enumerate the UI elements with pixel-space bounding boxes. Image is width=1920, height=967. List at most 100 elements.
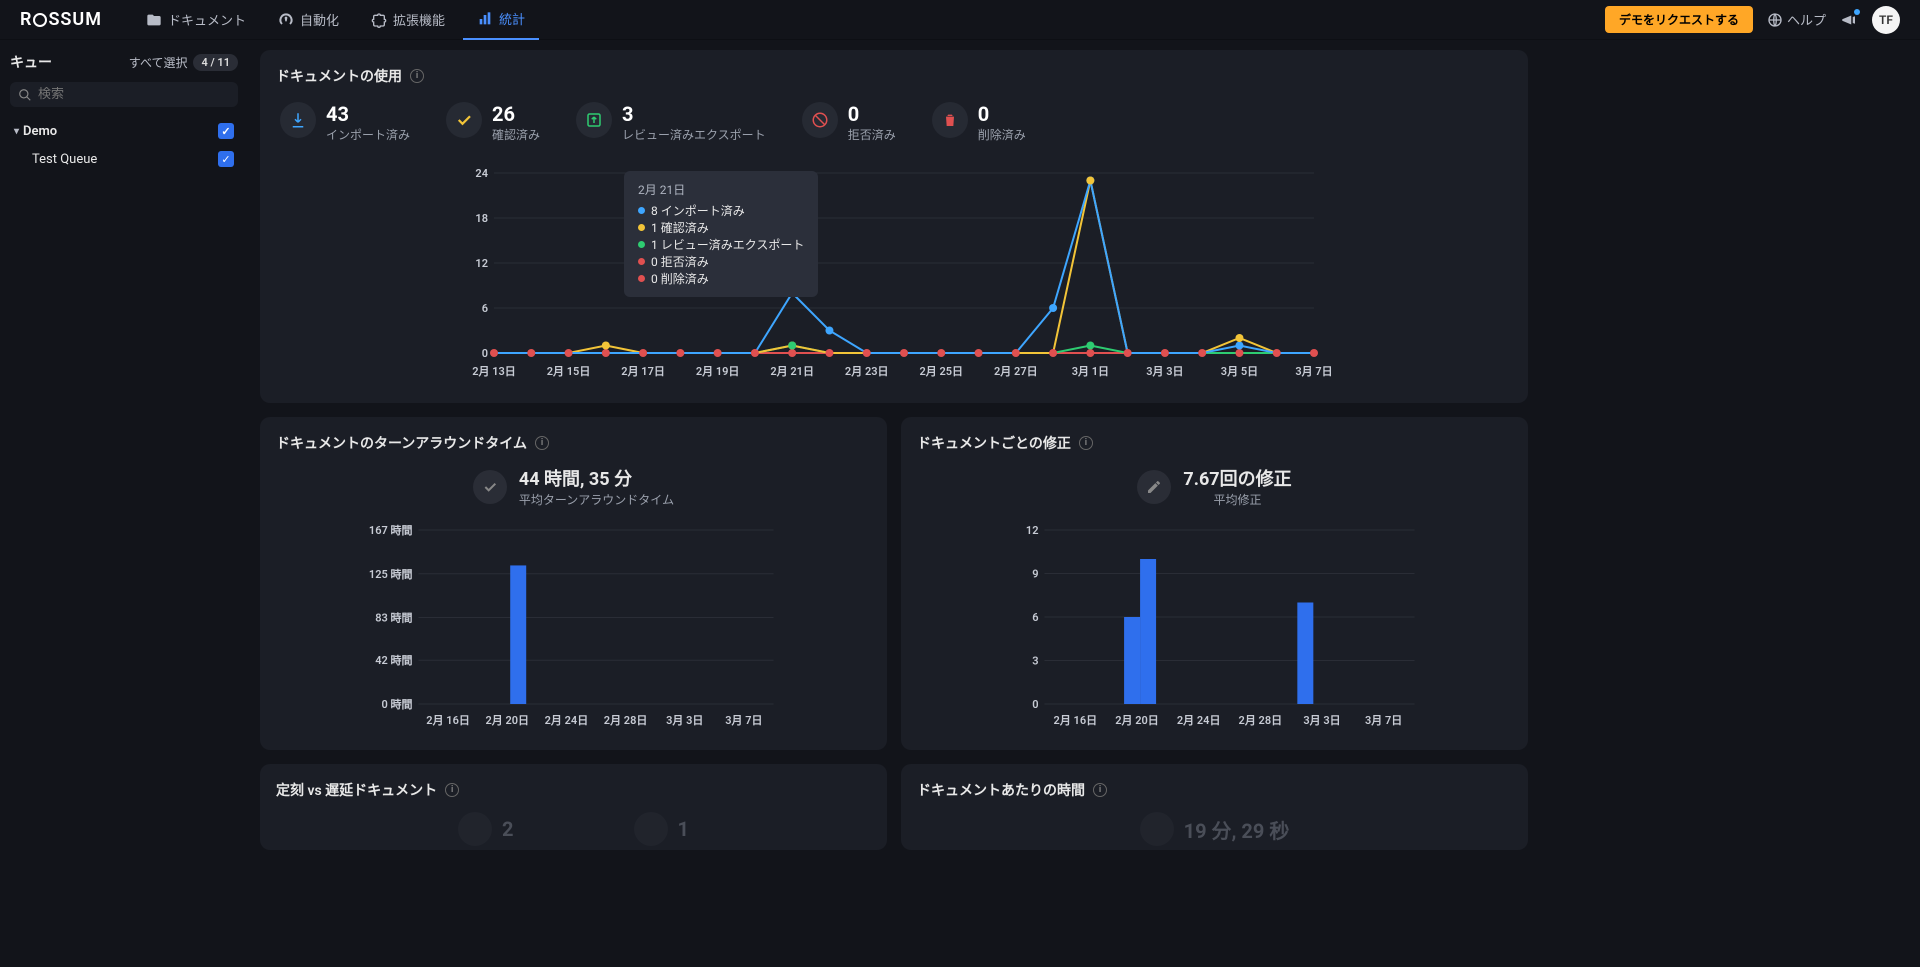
checkbox-checked[interactable]: ✓ — [218, 123, 234, 139]
turnaround-card: ドキュメントのターンアラウンドタイム i 44 時間, 35 分 平均ターンアラ… — [260, 417, 887, 750]
nav-documents[interactable]: ドキュメント — [132, 0, 260, 40]
sidebar-item-test-queue[interactable]: Test Queue ✓ — [10, 145, 238, 173]
check-icon — [446, 102, 482, 138]
svg-text:0: 0 — [1032, 698, 1038, 711]
chart-icon — [477, 11, 493, 27]
svg-text:18: 18 — [475, 212, 488, 225]
export-icon — [576, 102, 612, 138]
time-value: 19 分, 29 秒 — [1184, 815, 1290, 844]
select-all-label: すべて選択 — [129, 54, 188, 71]
svg-text:2月 13日: 2月 13日 — [472, 365, 516, 378]
info-icon[interactable]: i — [445, 783, 459, 797]
ontime-value: 2 — [502, 817, 513, 841]
svg-text:2月 24日: 2月 24日 — [1177, 714, 1221, 727]
card-title: ドキュメントごとの修正 i — [917, 433, 1512, 453]
svg-text:12: 12 — [475, 257, 488, 270]
notification-dot — [1854, 9, 1860, 15]
svg-text:2月 28日: 2月 28日 — [1239, 714, 1283, 727]
stat-export: 3レビュー済みエクスポート — [576, 102, 766, 143]
search-box[interactable] — [10, 82, 238, 107]
svg-text:2月 16日: 2月 16日 — [426, 714, 470, 727]
svg-text:2月 16日: 2月 16日 — [1054, 714, 1098, 727]
sidebar-item-label: Demo — [23, 124, 218, 139]
main-content: ドキュメントの使用 i 43インポート済み26確認済み3レビュー済みエクスポート… — [248, 40, 1548, 904]
stat-value: 26 — [492, 102, 540, 126]
svg-text:12: 12 — [1026, 524, 1039, 537]
user-avatar[interactable]: TF — [1872, 6, 1900, 34]
sidebar-item-label: Test Queue — [32, 152, 218, 167]
search-input[interactable] — [38, 87, 230, 102]
info-icon[interactable]: i — [1093, 783, 1107, 797]
svg-text:3月 5日: 3月 5日 — [1221, 365, 1258, 378]
nav-extensions[interactable]: 拡張機能 — [357, 0, 459, 40]
kpi-sub: 平均ターンアラウンドタイム — [519, 491, 674, 508]
info-icon[interactable]: i — [1079, 436, 1093, 450]
title-text: 定刻 vs 遅延ドキュメント — [276, 780, 437, 800]
svg-text:3月 3日: 3月 3日 — [666, 714, 703, 727]
tooltip-row: 0 拒否済み — [638, 253, 804, 270]
title-text: ドキュメントごとの修正 — [917, 433, 1071, 453]
svg-text:3月 3日: 3月 3日 — [1303, 714, 1340, 727]
kpi-sub: 平均修正 — [1183, 491, 1291, 508]
usage-chart: 061218242月 13日2月 15日2月 17日2月 19日2月 21日2月… — [276, 163, 1512, 383]
nav-label: 拡張機能 — [393, 10, 445, 29]
pencil-icon — [1137, 470, 1171, 504]
request-demo-button[interactable]: デモをリクエストする — [1605, 6, 1753, 33]
card-title: ドキュメントの使用 i — [276, 66, 1512, 86]
trash-icon — [932, 102, 968, 138]
stat-value: 3 — [622, 102, 766, 126]
stat-label: 確認済み — [492, 126, 540, 143]
stat-check: 26確認済み — [446, 102, 540, 143]
help-label: ヘルプ — [1787, 10, 1826, 29]
import-icon — [280, 102, 316, 138]
select-all[interactable]: すべて選択 4 / 11 — [129, 54, 238, 71]
chevron-down-icon: ▾ — [14, 126, 19, 137]
kpi: 44 時間, 35 分 平均ターンアラウンドタイム — [276, 465, 871, 508]
svg-text:24: 24 — [475, 167, 488, 180]
sidebar-item-demo[interactable]: ▾ Demo ✓ — [10, 117, 238, 145]
nav-links: ドキュメント 自動化 拡張機能 統計 — [132, 0, 539, 40]
svg-text:6: 6 — [1032, 611, 1038, 624]
tooltip-row: 8 インポート済み — [638, 202, 804, 219]
info-icon[interactable]: i — [535, 436, 549, 450]
kpi: 7.67回の修正 平均修正 — [917, 465, 1512, 508]
svg-text:2月 28日: 2月 28日 — [604, 714, 648, 727]
help-link[interactable]: ヘルプ — [1767, 10, 1826, 29]
svg-text:2月 25日: 2月 25日 — [919, 365, 963, 378]
kpi-value: 44 時間, 35 分 — [519, 465, 674, 491]
svg-text:2月 15日: 2月 15日 — [547, 365, 591, 378]
svg-text:125 時間: 125 時間 — [369, 567, 413, 581]
card-title: 定刻 vs 遅延ドキュメント i — [276, 780, 871, 800]
tooltip-date: 2月 21日 — [638, 181, 804, 198]
ontime-icon — [458, 812, 492, 846]
nav-automation[interactable]: 自動化 — [264, 0, 353, 40]
time-per-doc-card: ドキュメントあたりの時間 i 19 分, 29 秒 — [901, 764, 1528, 850]
svg-text:42 時間: 42 時間 — [375, 653, 412, 667]
notifications-button[interactable] — [1840, 11, 1858, 29]
svg-text:2月 17日: 2月 17日 — [621, 365, 665, 378]
stat-value: 0 — [978, 102, 1026, 126]
top-nav: RSSUM ドキュメント 自動化 拡張機能 統計 デモをリクエスト — [0, 0, 1920, 40]
corrections-chart: 0369122月 16日2月 20日2月 24日2月 28日3月 3日3月 7日 — [917, 520, 1512, 730]
svg-text:2月 20日: 2月 20日 — [485, 714, 529, 727]
svg-text:83 時間: 83 時間 — [375, 611, 412, 625]
svg-text:2月 19日: 2月 19日 — [696, 365, 740, 378]
svg-text:2月 21日: 2月 21日 — [770, 365, 814, 378]
stat-import: 43インポート済み — [280, 102, 410, 143]
tooltip-row: 1 確認済み — [638, 219, 804, 236]
tooltip-row: 1 レビュー済みエクスポート — [638, 236, 804, 253]
nav-statistics[interactable]: 統計 — [463, 0, 539, 40]
card-title: ドキュメントのターンアラウンドタイム i — [276, 433, 871, 453]
stat-label: レビュー済みエクスポート — [622, 126, 766, 143]
nav-label: ドキュメント — [168, 10, 246, 29]
info-icon[interactable]: i — [410, 69, 424, 83]
gauge-icon — [278, 12, 294, 28]
svg-text:9: 9 — [1032, 568, 1038, 581]
logo[interactable]: RSSUM — [20, 9, 102, 30]
svg-text:167 時間: 167 時間 — [369, 523, 413, 537]
tooltip-row: 0 削除済み — [638, 270, 804, 287]
checkbox-checked[interactable]: ✓ — [218, 151, 234, 167]
stat-trash: 0削除済み — [932, 102, 1026, 143]
ontime-card: 定刻 vs 遅延ドキュメント i 2 1 — [260, 764, 887, 850]
stat-label: 削除済み — [978, 126, 1026, 143]
